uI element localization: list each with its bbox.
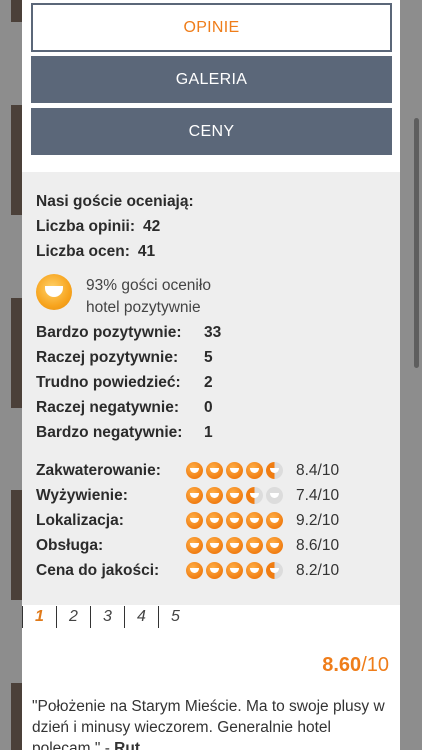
category-row: Cena do jakości: 8.2/10 bbox=[36, 558, 400, 583]
rating-icons bbox=[186, 487, 296, 504]
rating-icon bbox=[206, 487, 223, 504]
rating-icon bbox=[246, 537, 263, 554]
opinions-count-label: Liczba opinii: bbox=[36, 218, 136, 235]
breakdown-value: 0 bbox=[204, 399, 213, 416]
page-link-4[interactable]: 4 bbox=[124, 606, 158, 628]
breakdown-label: Bardzo pozytywnie: bbox=[36, 324, 182, 341]
breakdown-label: Trudno powiedzieć: bbox=[36, 374, 181, 391]
rating-icon bbox=[186, 512, 203, 529]
rating-icons bbox=[186, 537, 296, 554]
breakdown-value: 33 bbox=[204, 324, 222, 341]
page-link-5[interactable]: 5 bbox=[158, 606, 192, 628]
rating-icon bbox=[226, 562, 243, 579]
category-row: Wyżywienie: 7.4/10 bbox=[36, 483, 400, 508]
category-score: 9.2/10 bbox=[296, 511, 340, 529]
rating-icon bbox=[206, 512, 223, 529]
breakdown-value: 2 bbox=[204, 374, 213, 391]
rating-icon bbox=[206, 537, 223, 554]
category-label: Cena do jakości: bbox=[36, 561, 160, 579]
breakdown-row: Trudno powiedzieć: 2 bbox=[36, 370, 400, 395]
category-score: 8.2/10 bbox=[296, 561, 340, 579]
rating-icon bbox=[266, 562, 283, 579]
ratings-count-row: Liczba ocen: 41 bbox=[36, 239, 400, 264]
breakdown-label: Raczej pozytywnie: bbox=[36, 349, 179, 366]
review-pagination: 1 2 3 4 5 bbox=[22, 605, 192, 629]
rating-icon bbox=[226, 487, 243, 504]
page-link-3[interactable]: 3 bbox=[90, 606, 124, 628]
category-label: Zakwaterowanie: bbox=[36, 461, 161, 479]
opinions-count-row: Liczba opinii: 42 bbox=[36, 214, 400, 239]
ratings-count-value: 41 bbox=[137, 243, 156, 260]
breakdown-row: Raczej pozytywnie: 5 bbox=[36, 345, 400, 370]
opinions-count-value: 42 bbox=[143, 218, 161, 235]
positive-text-line-2: hotel pozytywnie bbox=[86, 298, 201, 316]
rating-icon bbox=[246, 562, 263, 579]
ratings-count-label: Liczba ocen: bbox=[36, 243, 130, 260]
hotel-details-modal: OPINIE GALERIA CENY Nasi goście oceniają… bbox=[22, 0, 400, 750]
breakdown-label: Raczej negatywnie: bbox=[36, 399, 179, 416]
rating-icon bbox=[206, 562, 223, 579]
breakdown-row: Raczej negatywnie: 0 bbox=[36, 395, 400, 420]
rating-icon bbox=[246, 512, 263, 529]
breakdown-value: 5 bbox=[204, 349, 213, 366]
rating-icon bbox=[246, 487, 263, 504]
rating-icon bbox=[266, 537, 283, 554]
category-score: 8.4/10 bbox=[296, 461, 340, 479]
rating-icon bbox=[206, 462, 223, 479]
rating-icons bbox=[186, 462, 296, 479]
category-ratings: Zakwaterowanie: 8.4/10 Wyżywienie: 7.4/1… bbox=[36, 458, 400, 583]
category-label: Wyżywienie: bbox=[36, 486, 128, 504]
summary-heading: Nasi goście oceniają: bbox=[36, 193, 194, 210]
rating-icon bbox=[226, 512, 243, 529]
smile-icon bbox=[36, 274, 72, 310]
rating-icon bbox=[246, 462, 263, 479]
review-text: "Położenie na Starym Mieście. Ma to swoj… bbox=[32, 696, 392, 750]
rating-icon bbox=[266, 462, 283, 479]
category-label: Lokalizacja: bbox=[36, 511, 124, 529]
review-score-value: 8.60 bbox=[322, 654, 362, 676]
breakdown-value: 1 bbox=[204, 424, 213, 441]
review-quote: "Położenie na Starym Mieście. Ma to swoj… bbox=[32, 698, 385, 750]
category-label: Obsługa: bbox=[36, 536, 104, 554]
positive-summary: 93% gości oceniło hotel pozytywnie bbox=[36, 272, 400, 318]
review-score: 8.60/10 bbox=[322, 654, 389, 677]
category-score: 7.4/10 bbox=[296, 486, 340, 504]
page-scrollbar[interactable] bbox=[414, 118, 419, 368]
opinion-breakdown: Bardzo pozytywnie: 33 Raczej pozytywnie: 5… bbox=[36, 320, 400, 445]
rating-icon bbox=[186, 487, 203, 504]
rating-icon bbox=[186, 462, 203, 479]
category-score: 8.6/10 bbox=[296, 536, 340, 554]
rating-icon bbox=[226, 462, 243, 479]
positive-text-line-1: 93% gości oceniło bbox=[86, 277, 211, 294]
rating-icon bbox=[186, 537, 203, 554]
page-link-1[interactable]: 1 bbox=[22, 606, 56, 628]
rating-icons bbox=[186, 512, 296, 529]
tab-galeria[interactable]: GALERIA bbox=[31, 56, 392, 103]
tab-ceny[interactable]: CENY bbox=[31, 108, 392, 155]
rating-icon bbox=[266, 512, 283, 529]
breakdown-label: Bardzo negatywnie: bbox=[36, 424, 183, 441]
review-score-scale: /10 bbox=[361, 654, 389, 676]
breakdown-row: Bardzo pozytywnie: 33 bbox=[36, 320, 400, 345]
rating-icon bbox=[226, 537, 243, 554]
page-link-2[interactable]: 2 bbox=[56, 606, 90, 628]
rating-icons bbox=[186, 562, 296, 579]
category-row: Obsługa: 8.6/10 bbox=[36, 533, 400, 558]
rating-icon bbox=[266, 487, 283, 504]
category-row: Zakwaterowanie: 8.4/10 bbox=[36, 458, 400, 483]
tab-opinie[interactable]: OPINIE bbox=[31, 3, 392, 52]
rating-icon bbox=[186, 562, 203, 579]
category-row: Lokalizacja: 9.2/10 bbox=[36, 508, 400, 533]
review-author: Rut... bbox=[114, 740, 153, 750]
breakdown-row: Bardzo negatywnie: 1 bbox=[36, 420, 400, 445]
ratings-summary-panel: Nasi goście oceniają: Liczba opinii: 42 … bbox=[22, 172, 400, 605]
